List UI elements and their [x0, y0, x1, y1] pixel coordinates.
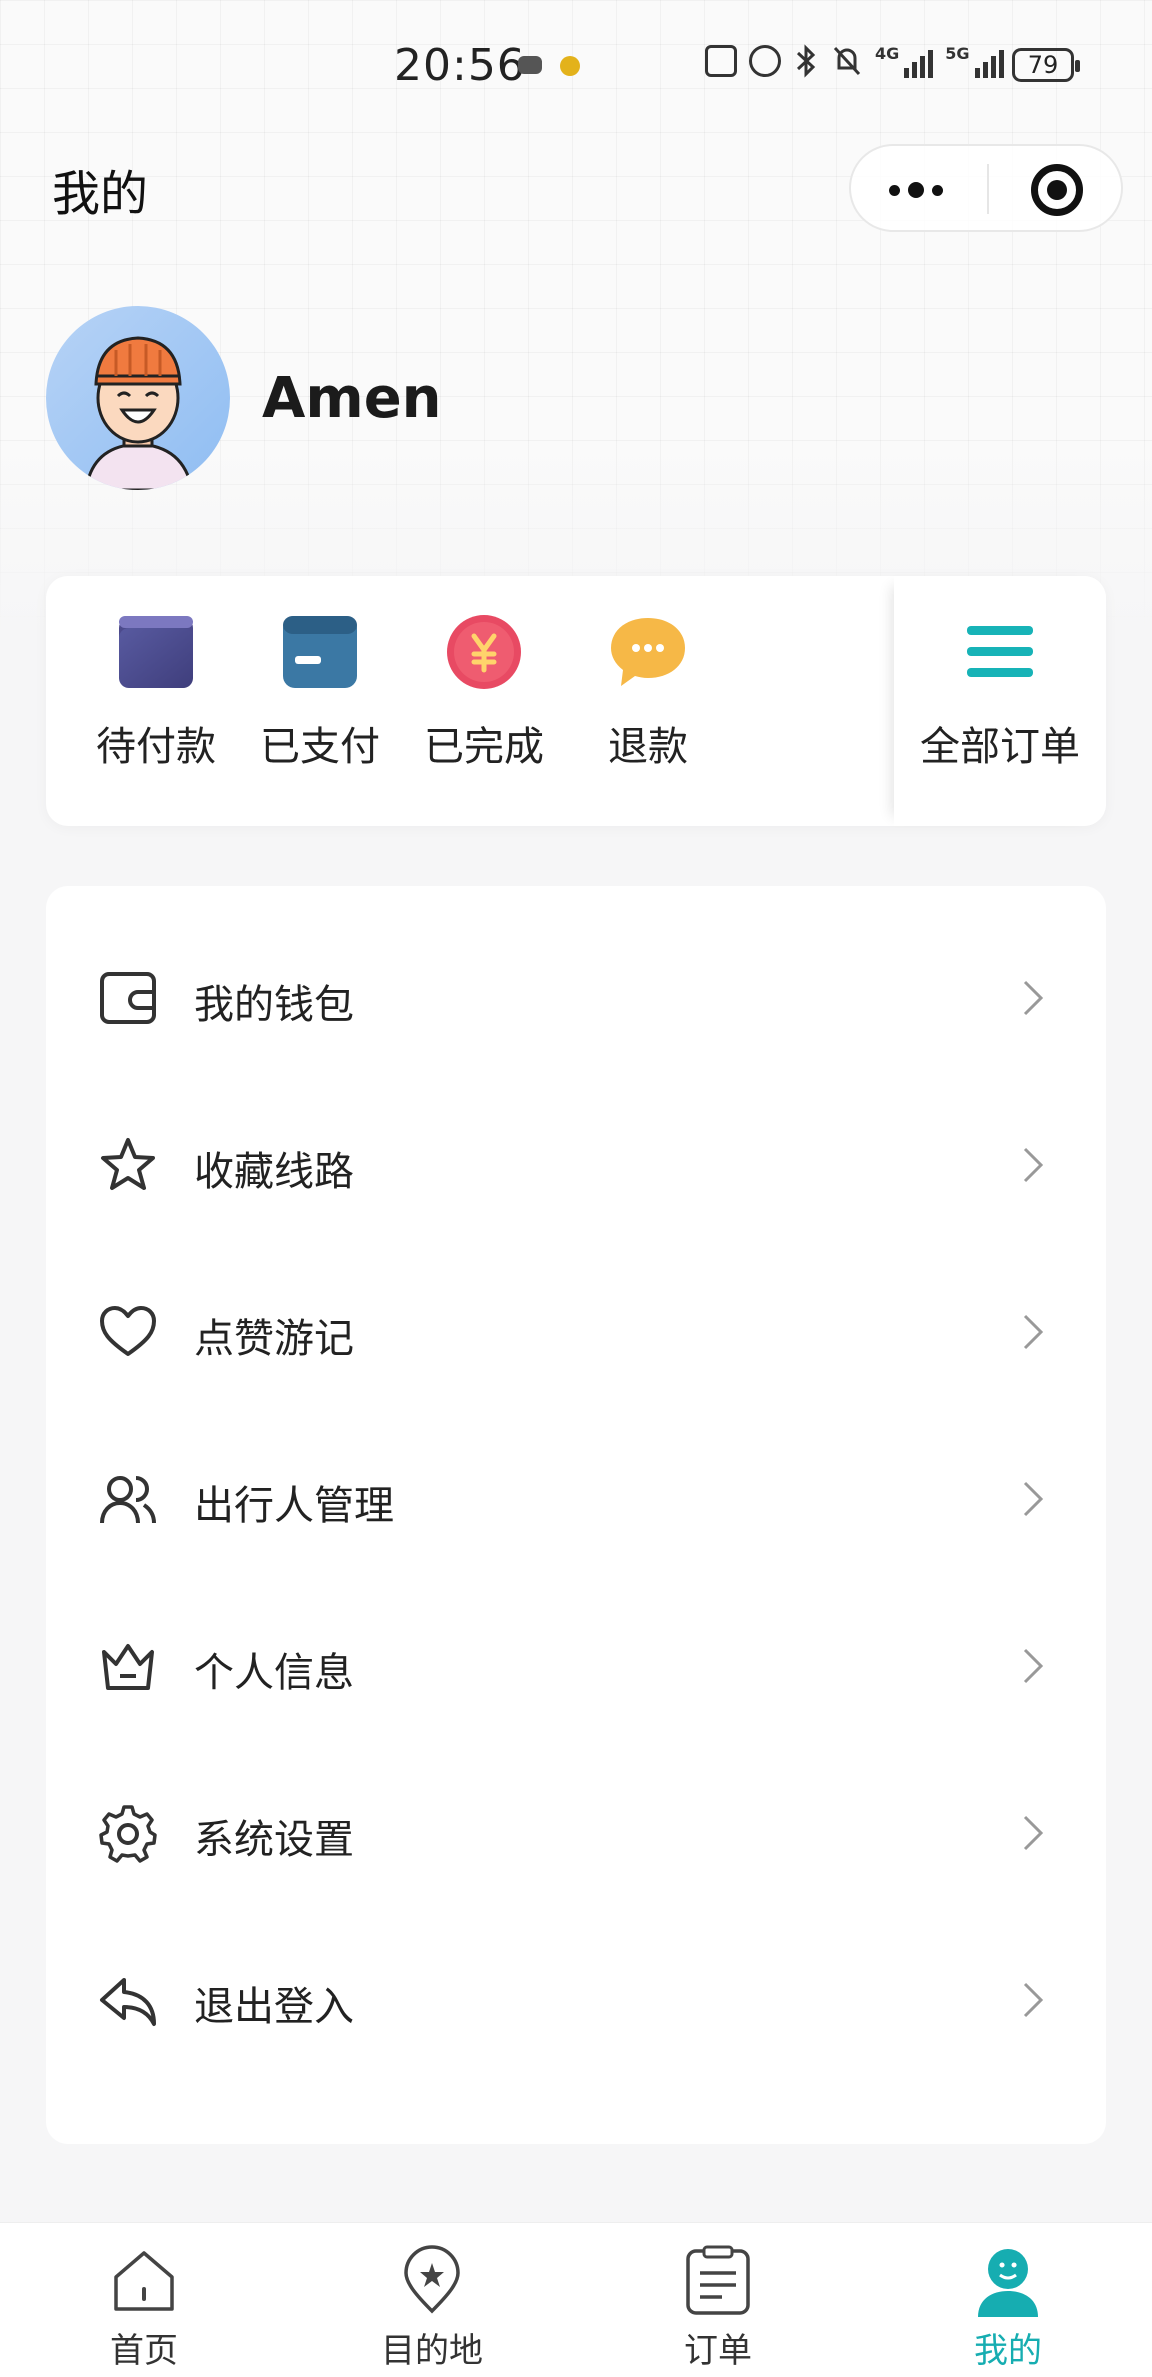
bluetooth-icon	[796, 44, 816, 78]
signal-5g-icon: 5G	[945, 44, 1004, 78]
tab-orders[interactable]: 订单	[618, 2223, 818, 2377]
user-name: Amen	[262, 366, 442, 431]
chevron-right-icon	[1023, 1815, 1044, 1851]
status-icons: 4G 5G	[705, 44, 1004, 78]
order-completed[interactable]: 已完成	[394, 612, 574, 772]
gear-icon	[99, 1805, 157, 1863]
signal-4g-icon: 4G	[875, 44, 934, 78]
alarm-icon	[749, 45, 781, 77]
reply-icon	[100, 1978, 156, 2026]
tab-destination[interactable]: 目的地	[332, 2223, 532, 2377]
more-button[interactable]	[889, 182, 943, 198]
menu-item-label: 我的钱包	[194, 982, 354, 1028]
order-refund[interactable]: 退款	[558, 612, 738, 772]
page-title: 我的	[52, 166, 149, 222]
tab-home[interactable]: 首页	[44, 2223, 244, 2377]
avatar-illustration	[84, 336, 194, 490]
menu-item-travelers[interactable]: 出行人管理	[46, 1413, 1106, 1580]
chevron-right-icon	[1023, 1481, 1044, 1517]
chevron-right-icon	[1023, 1314, 1044, 1350]
order-label: 已支付	[260, 724, 380, 770]
order-shortcuts-card: 待付款 已支付 已完成 退款 全部订单	[46, 576, 1106, 826]
status-time: 20:56	[394, 40, 526, 91]
order-all[interactable]: 全部订单	[910, 612, 1090, 772]
battery-indicator: 79	[1012, 48, 1080, 82]
user-icon	[978, 2249, 1038, 2317]
tab-label: 首页	[110, 2331, 178, 2371]
menu-item-label: 收藏线路	[194, 1149, 354, 1195]
order-label: 已完成	[424, 724, 544, 770]
menu-card: 我的钱包 收藏线路 点赞游记 出行人管理 个人信息 系统设置 退出登入	[46, 886, 1106, 2144]
menu-item-label: 个人信息	[194, 1650, 354, 1696]
menu-item-label: 系统设置	[194, 1817, 354, 1863]
menu-item-logout[interactable]: 退出登入	[46, 1914, 1106, 2081]
order-label: 全部订单	[920, 724, 1080, 770]
menu-item-settings[interactable]: 系统设置	[46, 1747, 1106, 1914]
close-target-button[interactable]	[1031, 164, 1083, 216]
home-icon	[114, 2251, 174, 2311]
chevron-right-icon	[1023, 1147, 1044, 1183]
order-label: 退款	[608, 724, 688, 770]
location-pin-icon	[404, 2245, 460, 2314]
menu-item-label: 退出登入	[194, 1984, 354, 2030]
tab-mine[interactable]: 我的	[908, 2223, 1108, 2377]
tab-label: 订单	[684, 2331, 752, 2371]
all-orders-button[interactable]: 全部订单	[894, 576, 1106, 826]
document-icon	[686, 2245, 750, 2315]
crown-icon	[102, 1644, 154, 1690]
star-icon	[101, 1138, 155, 1190]
heart-icon	[100, 1306, 156, 1356]
order-pending-payment[interactable]: 待付款	[66, 612, 246, 772]
chevron-right-icon	[1023, 1982, 1044, 2018]
wallet-icon	[100, 972, 156, 1024]
notification-icon	[518, 56, 542, 74]
menu-item-saved-routes[interactable]: 收藏线路	[46, 1079, 1106, 1246]
order-label: 待付款	[96, 724, 216, 770]
nfc-icon	[705, 45, 737, 77]
card-icon	[281, 612, 359, 690]
menu-lines-icon	[961, 612, 1039, 690]
menu-item-label: 出行人管理	[194, 1483, 394, 1529]
wallet-card-icon	[117, 612, 195, 690]
bottom-tab-bar: 首页 目的地 订单 我的	[0, 2222, 1152, 2377]
users-icon	[100, 1476, 156, 1524]
chevron-right-icon	[1023, 980, 1044, 1016]
order-paid[interactable]: 已支付	[230, 612, 410, 772]
menu-item-wallet[interactable]: 我的钱包	[46, 912, 1106, 1079]
status-bar: 20:56 4G 5G 79	[0, 0, 1152, 130]
chevron-right-icon	[1023, 1648, 1044, 1684]
mute-icon	[833, 46, 861, 76]
tab-label: 我的	[974, 2331, 1042, 2371]
avatar[interactable]	[46, 306, 230, 490]
tab-label: 目的地	[381, 2331, 483, 2371]
capsule-divider	[987, 164, 989, 214]
menu-item-label: 点赞游记	[194, 1316, 354, 1362]
app-notification-icon	[560, 56, 580, 76]
menu-item-personal-info[interactable]: 个人信息	[46, 1580, 1106, 1747]
mini-program-capsule	[849, 144, 1123, 232]
chat-bubble-icon	[609, 612, 687, 690]
menu-item-liked-notes[interactable]: 点赞游记	[46, 1246, 1106, 1413]
yuan-coin-icon	[445, 612, 523, 690]
